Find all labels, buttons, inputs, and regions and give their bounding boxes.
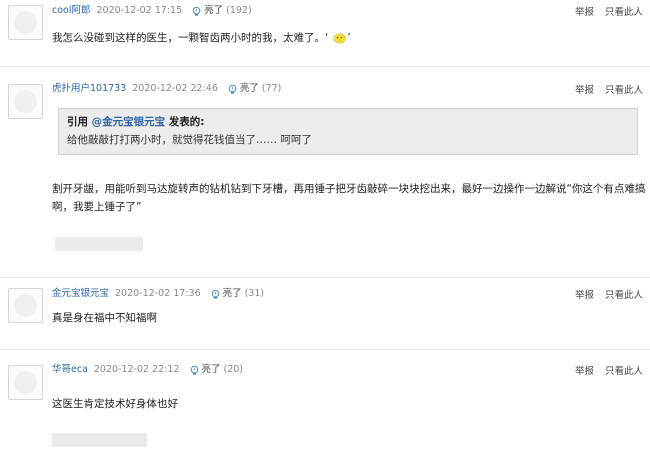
report-link[interactable]: 举报 (575, 85, 594, 96)
quote-header: 引用 @金元宝银元宝 发表的: (67, 114, 629, 129)
light-button[interactable]: 亮了 (77) (227, 81, 282, 97)
light-button[interactable]: 亮了 (20) (189, 362, 244, 378)
lightbulb-icon (228, 84, 237, 94)
reply-actions: 举报 只看此人 (564, 287, 643, 301)
blurred-attachment (55, 237, 143, 251)
username-link[interactable]: 虎扑用户101733 (52, 81, 126, 97)
light-button[interactable]: 亮了 (31) (210, 286, 265, 302)
only-this-user-link[interactable]: 只看此人 (605, 366, 643, 377)
light-count: (77) (261, 83, 282, 94)
reply-time: 2020-12-02 22:12 (93, 364, 180, 375)
username-link[interactable]: 华哥eca (52, 362, 88, 378)
report-link[interactable]: 举报 (575, 366, 594, 377)
reply-content: 真是身在福中不知福啊 (52, 309, 157, 327)
avatar[interactable] (8, 5, 43, 40)
report-link[interactable]: 举报 (575, 7, 594, 18)
reply-text-line: 割开牙龈，用能听到马达旋转声的钻机钻到下牙槽，再用锤子把牙齿敲碎一块块挖出来，最… (52, 183, 646, 195)
avatar[interactable] (8, 365, 43, 400)
lightbulb-icon (190, 365, 198, 375)
reply-text: 我怎么没碰到这样的医生，一颗智齿两小时的我，太难了。‘ (52, 32, 329, 44)
chick-emoji-icon (333, 33, 346, 44)
reply-meta: 金元宝银元宝 2020-12-02 17:36 亮了 (31) (52, 286, 264, 302)
reply-text: 这医生肯定技术好身体也好 (52, 398, 178, 410)
avatar[interactable] (8, 288, 43, 323)
reply-item: 华哥eca 2020-12-02 22:12 亮了 (20) 举报 只看此人 这医… (0, 358, 650, 459)
reply-content: 我怎么没碰到这样的医生，一颗智齿两小时的我，太难了。‘ ’ (52, 29, 351, 47)
reply-meta: cool阿郎 2020-12-02 17:15 亮了 (192) (52, 3, 252, 19)
reply-item: 金元宝银元宝 2020-12-02 17:36 亮了 (31) 举报 只看此人 真… (0, 280, 650, 350)
reply-actions: 举报 只看此人 (564, 82, 643, 96)
light-count: (192) (226, 5, 252, 16)
light-label: 亮了 (222, 288, 242, 299)
blurred-attachment (52, 433, 147, 447)
reply-time: 2020-12-02 22:46 (132, 83, 218, 94)
reply-meta: 虎扑用户101733 2020-12-02 22:46 亮了 (77) (52, 81, 281, 97)
reply-content: 割开牙龈，用能听到马达旋转声的钻机钻到下牙槽，再用锤子把牙齿敲碎一块块挖出来，最… (52, 180, 646, 216)
lightbulb-icon (192, 6, 201, 16)
only-this-user-link[interactable]: 只看此人 (605, 7, 643, 18)
light-label: 亮了 (204, 5, 224, 16)
light-count: (20) (223, 364, 244, 375)
report-link[interactable]: 举报 (575, 290, 594, 301)
light-label: 亮了 (201, 364, 221, 375)
only-this-user-link[interactable]: 只看此人 (605, 290, 643, 301)
reply-text-tail: ’ (347, 32, 351, 44)
avatar[interactable] (8, 84, 43, 119)
only-this-user-link[interactable]: 只看此人 (605, 85, 643, 96)
reply-item: 虎扑用户101733 2020-12-02 22:46 亮了 (77) 举报 只看… (0, 78, 650, 278)
quote-block: 引用 @金元宝银元宝 发表的: 给他敲敲打打两小时，就觉得花钱值当了…… 呵呵了 (58, 108, 638, 155)
reply-text: 真是身在福中不知福啊 (52, 312, 157, 324)
quote-text: 给他敲敲打打两小时，就觉得花钱值当了…… 呵呵了 (67, 134, 312, 146)
reply-text-line: 啊，我要上锤子了” (52, 201, 142, 213)
light-button[interactable]: 亮了 (192) (191, 3, 252, 19)
username-link[interactable]: 金元宝银元宝 (52, 286, 109, 302)
light-label: 亮了 (239, 83, 259, 94)
username-link[interactable]: cool阿郎 (52, 3, 91, 19)
light-count: (31) (244, 288, 265, 299)
reply-actions: 举报 只看此人 (564, 4, 643, 18)
lightbulb-icon (211, 289, 219, 299)
reply-content: 这医生肯定技术好身体也好 (52, 395, 178, 413)
reply-time: 2020-12-02 17:36 (115, 288, 201, 299)
reply-meta: 华哥eca 2020-12-02 22:12 亮了 (20) (52, 362, 243, 378)
quoted-username-link[interactable]: @金元宝银元宝 (92, 116, 166, 128)
quote-suffix: 发表的: (165, 116, 205, 128)
reply-time: 2020-12-02 17:15 (96, 5, 183, 16)
reply-item: cool阿郎 2020-12-02 17:15 亮了 (192) 举报 只看此人 … (0, 0, 650, 67)
reply-actions: 举报 只看此人 (564, 363, 643, 377)
quote-prefix: 引用 (67, 116, 92, 128)
